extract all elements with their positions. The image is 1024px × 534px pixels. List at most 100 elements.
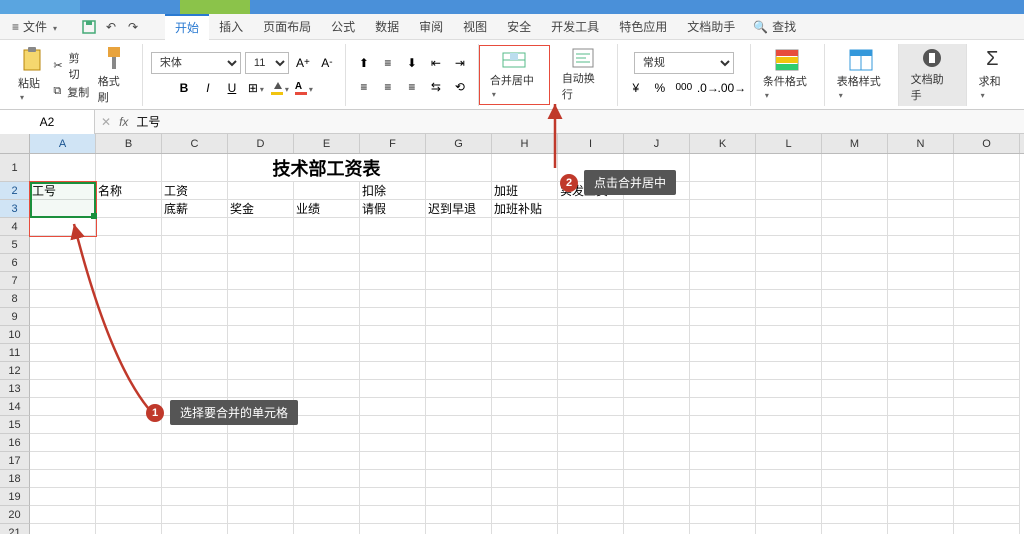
align-middle-icon[interactable]: ≡ [378, 53, 398, 73]
cell-G21[interactable] [426, 524, 492, 534]
wrap-text-button[interactable]: 自动换行 [558, 46, 609, 104]
cell-M6[interactable] [822, 254, 888, 272]
copy-button[interactable]: ⧉复制 [53, 84, 89, 100]
cell-J3[interactable] [624, 200, 690, 218]
cell-J15[interactable] [624, 416, 690, 434]
cell-B7[interactable] [96, 272, 162, 290]
cell-H20[interactable] [492, 506, 558, 524]
dec-dec-icon[interactable]: .00→ [722, 78, 742, 98]
cell-N19[interactable] [888, 488, 954, 506]
row-header-1[interactable]: 1 [0, 154, 30, 182]
cell-G1[interactable] [426, 154, 492, 182]
tab-文档助手[interactable]: 文档助手 [677, 14, 745, 40]
cell-C13[interactable] [162, 380, 228, 398]
cell-M7[interactable] [822, 272, 888, 290]
cell-N10[interactable] [888, 326, 954, 344]
align-right-icon[interactable]: ≡ [402, 77, 422, 97]
font-size-select[interactable]: 11 [245, 52, 289, 74]
cell-K13[interactable] [690, 380, 756, 398]
fx-icon[interactable]: fx [119, 115, 128, 129]
cell-K4[interactable] [690, 218, 756, 236]
row-header-20[interactable]: 20 [0, 506, 30, 524]
cell-G17[interactable] [426, 452, 492, 470]
cell-K14[interactable] [690, 398, 756, 416]
cell-E13[interactable] [294, 380, 360, 398]
cell-B8[interactable] [96, 290, 162, 308]
cell-M17[interactable] [822, 452, 888, 470]
cell-O2[interactable] [954, 182, 1020, 200]
cell-M3[interactable] [822, 200, 888, 218]
cell-M10[interactable] [822, 326, 888, 344]
cell-J16[interactable] [624, 434, 690, 452]
cell-M2[interactable] [822, 182, 888, 200]
cell-O17[interactable] [954, 452, 1020, 470]
cell-K7[interactable] [690, 272, 756, 290]
cell-B16[interactable] [96, 434, 162, 452]
cell-A8[interactable] [30, 290, 96, 308]
cell-F5[interactable] [360, 236, 426, 254]
row-header-5[interactable]: 5 [0, 236, 30, 254]
row-header-3[interactable]: 3 [0, 200, 30, 218]
col-header-L[interactable]: L [756, 134, 822, 153]
cell-J7[interactable] [624, 272, 690, 290]
cell-L5[interactable] [756, 236, 822, 254]
row-header-11[interactable]: 11 [0, 344, 30, 362]
cell-N2[interactable] [888, 182, 954, 200]
cell-L9[interactable] [756, 308, 822, 326]
cell-M12[interactable] [822, 362, 888, 380]
cell-C9[interactable] [162, 308, 228, 326]
cell-K19[interactable] [690, 488, 756, 506]
cell-I10[interactable] [558, 326, 624, 344]
cell-A20[interactable] [30, 506, 96, 524]
paste-button[interactable]: 粘贴 [14, 45, 49, 105]
cell-J9[interactable] [624, 308, 690, 326]
cell-I21[interactable] [558, 524, 624, 534]
tab-视图[interactable]: 视图 [453, 14, 497, 40]
col-header-J[interactable]: J [624, 134, 690, 153]
format-painter-button[interactable]: 格式刷 [94, 43, 134, 107]
tab-开始[interactable]: 开始 [165, 14, 209, 40]
col-header-H[interactable]: H [492, 134, 558, 153]
cell-I16[interactable] [558, 434, 624, 452]
cell-D3[interactable]: 奖金 [228, 200, 294, 218]
cell-O12[interactable] [954, 362, 1020, 380]
cell-K20[interactable] [690, 506, 756, 524]
cell-L6[interactable] [756, 254, 822, 272]
cell-J18[interactable] [624, 470, 690, 488]
cell-B6[interactable] [96, 254, 162, 272]
col-header-F[interactable]: F [360, 134, 426, 153]
cell-C2[interactable]: 工资 [162, 182, 228, 200]
doc-assist-button[interactable]: 文档助手 [907, 45, 958, 105]
row-header-2[interactable]: 2 [0, 182, 30, 200]
row-header-7[interactable]: 7 [0, 272, 30, 290]
col-header-N[interactable]: N [888, 134, 954, 153]
increase-font-icon[interactable]: A+ [293, 53, 313, 73]
cell-L17[interactable] [756, 452, 822, 470]
cell-K17[interactable] [690, 452, 756, 470]
cell-L19[interactable] [756, 488, 822, 506]
tab-数据[interactable]: 数据 [365, 14, 409, 40]
cell-M16[interactable] [822, 434, 888, 452]
fill-color-button[interactable] [270, 78, 290, 98]
row-header-15[interactable]: 15 [0, 416, 30, 434]
cell-H7[interactable] [492, 272, 558, 290]
cell-B2[interactable]: 名称 [96, 182, 162, 200]
indent-dec-icon[interactable]: ⇤ [426, 53, 446, 73]
cell-O3[interactable] [954, 200, 1020, 218]
cell-O9[interactable] [954, 308, 1020, 326]
font-name-select[interactable]: 宋体 [151, 52, 241, 74]
cell-G5[interactable] [426, 236, 492, 254]
cell-L8[interactable] [756, 290, 822, 308]
cell-E17[interactable] [294, 452, 360, 470]
cell-C1[interactable] [162, 154, 228, 182]
cell-H12[interactable] [492, 362, 558, 380]
cell-J10[interactable] [624, 326, 690, 344]
cell-C5[interactable] [162, 236, 228, 254]
cell-N9[interactable] [888, 308, 954, 326]
cell-E6[interactable] [294, 254, 360, 272]
cell-E5[interactable] [294, 236, 360, 254]
cell-F20[interactable] [360, 506, 426, 524]
cell-E2[interactable] [294, 182, 360, 200]
cell-G14[interactable] [426, 398, 492, 416]
cell-O5[interactable] [954, 236, 1020, 254]
